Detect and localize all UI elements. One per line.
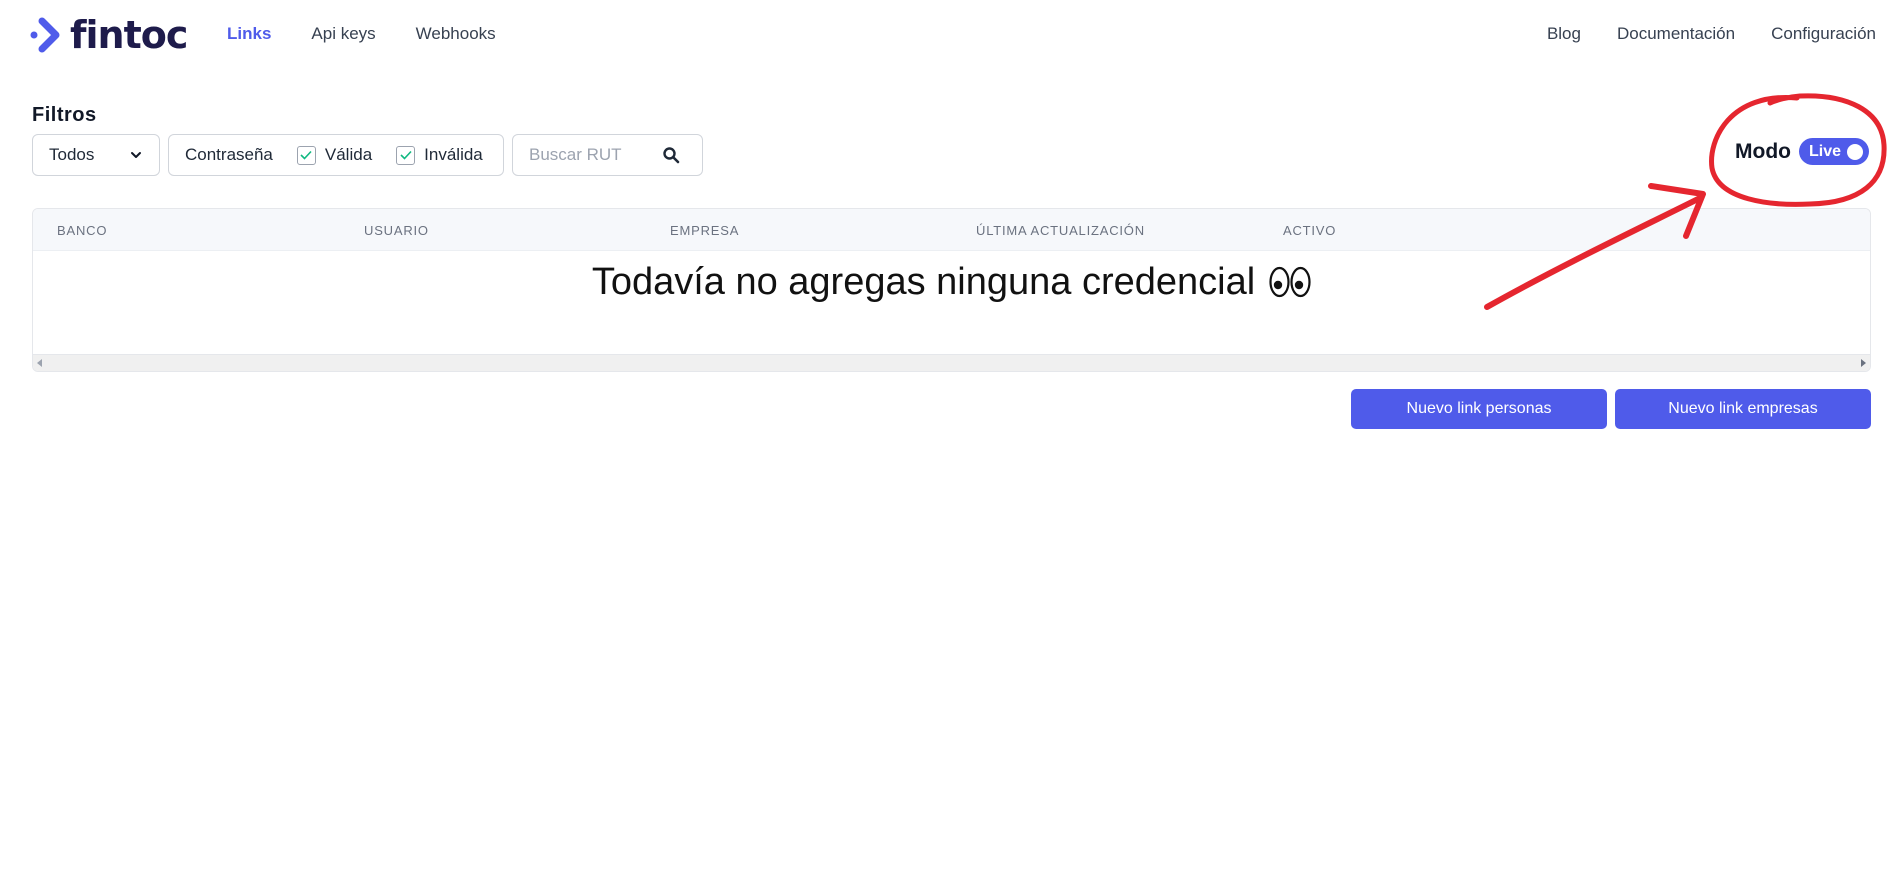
primary-nav: Links Api keys Webhooks [227, 24, 496, 44]
valid-checkbox-option[interactable]: Válida [296, 145, 373, 165]
secondary-nav: Blog Documentación Configuración [1547, 24, 1876, 44]
top-navbar: fintoc Links Api keys Webhooks Blog Docu… [0, 0, 1894, 72]
fintoc-logo-icon [30, 17, 60, 53]
password-filter-group: Contraseña Válida Inválida [168, 134, 504, 176]
column-header-usuario[interactable]: USUARIO [364, 223, 429, 238]
nav-link-configuracion[interactable]: Configuración [1771, 24, 1876, 44]
toggle-state-label: Live [1808, 142, 1841, 160]
empty-state-message: Todavía no agregas ninguna credencial [591, 260, 1256, 303]
checkmark-icon [300, 150, 312, 160]
filters-title: Filtros [32, 104, 97, 126]
column-header-banco[interactable]: BANCO [57, 223, 107, 238]
column-header-activo[interactable]: ACTIVO [1283, 223, 1336, 238]
nav-link-links[interactable]: Links [227, 24, 271, 44]
scroll-left-arrow-icon[interactable] [37, 359, 42, 367]
invalid-checkbox-option[interactable]: Inválida [396, 145, 483, 165]
new-link-empresas-button[interactable]: Nuevo link empresas [1615, 389, 1871, 429]
status-filter-value: Todos [49, 145, 95, 164]
horizontal-scrollbar[interactable] [33, 354, 1870, 371]
column-header-ultima-actualizacion[interactable]: ÚLTIMA ACTUALIZACIÓN [976, 223, 1145, 238]
status-filter-select[interactable]: Todos [32, 134, 160, 176]
live-mode-toggle[interactable]: Live [1798, 138, 1869, 165]
logo-wordmark: fintoc [70, 13, 188, 57]
table-header: BANCO USUARIO EMPRESA ÚLTIMA ACTUALIZACI… [33, 209, 1870, 251]
toggle-knob [1846, 143, 1863, 160]
mode-switch: Modo Live [1735, 138, 1869, 165]
nav-link-webhooks[interactable]: Webhooks [416, 24, 496, 44]
fintoc-logo[interactable]: fintoc [30, 13, 188, 57]
red-annotation-overlay [1484, 93, 1887, 310]
password-filter-label: Contraseña [185, 145, 273, 164]
rut-search-box [512, 134, 703, 176]
valid-checkbox-label: Válida [324, 145, 373, 164]
eyes-icon [1269, 264, 1311, 300]
rut-search-input[interactable] [529, 145, 654, 165]
nav-link-api-keys[interactable]: Api keys [311, 24, 375, 44]
valid-checkbox[interactable] [296, 145, 316, 165]
search-icon[interactable] [662, 146, 680, 164]
nav-link-documentacion[interactable]: Documentación [1617, 24, 1735, 44]
links-table: BANCO USUARIO EMPRESA ÚLTIMA ACTUALIZACI… [32, 208, 1871, 372]
invalid-checkbox[interactable] [396, 145, 416, 165]
scroll-right-arrow-icon[interactable] [1861, 359, 1866, 367]
nav-link-blog[interactable]: Blog [1547, 24, 1581, 44]
mode-label: Modo [1735, 139, 1791, 163]
column-header-empresa[interactable]: EMPRESA [670, 223, 739, 238]
chevron-down-icon [131, 152, 141, 158]
empty-state: Todavía no agregas ninguna credencial [33, 251, 1870, 313]
checkmark-icon [400, 150, 412, 160]
new-link-personas-button[interactable]: Nuevo link personas [1351, 389, 1607, 429]
invalid-checkbox-label: Inválida [424, 145, 483, 164]
